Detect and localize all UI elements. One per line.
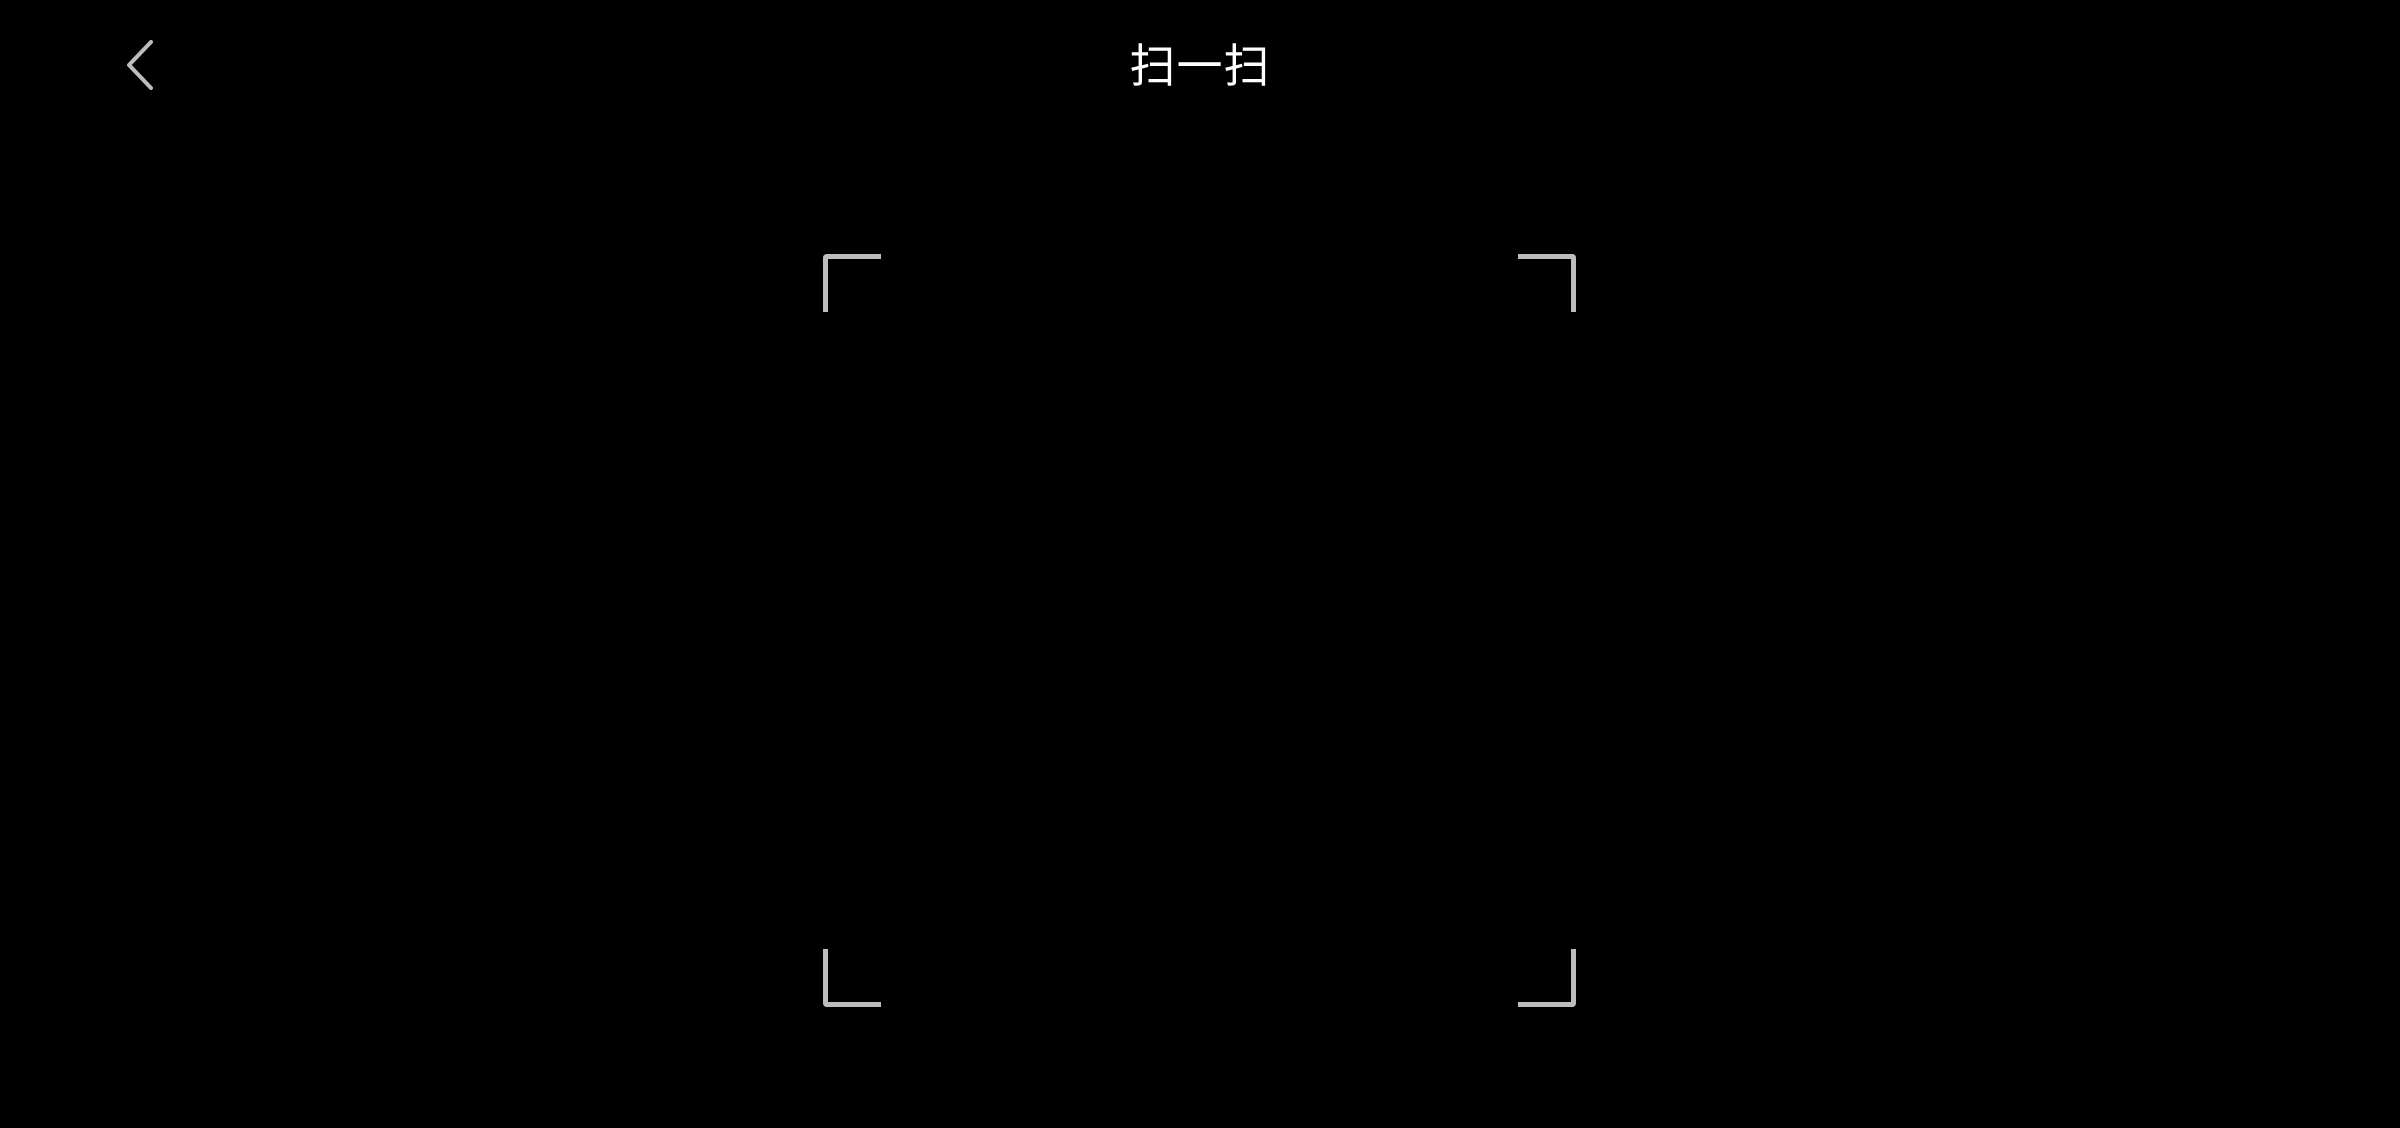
scan-frame: [823, 254, 1576, 1007]
scan-frame-corner-top-right: [1518, 254, 1576, 312]
scan-frame-corner-bottom-left: [823, 949, 881, 1007]
scan-frame-corner-bottom-right: [1518, 949, 1576, 1007]
page-title: 扫一扫: [1129, 39, 1271, 93]
scan-frame-corner-top-left: [823, 254, 881, 312]
top-bar: 扫一扫: [0, 0, 2400, 140]
scan-screen: 扫一扫: [0, 0, 2400, 1128]
